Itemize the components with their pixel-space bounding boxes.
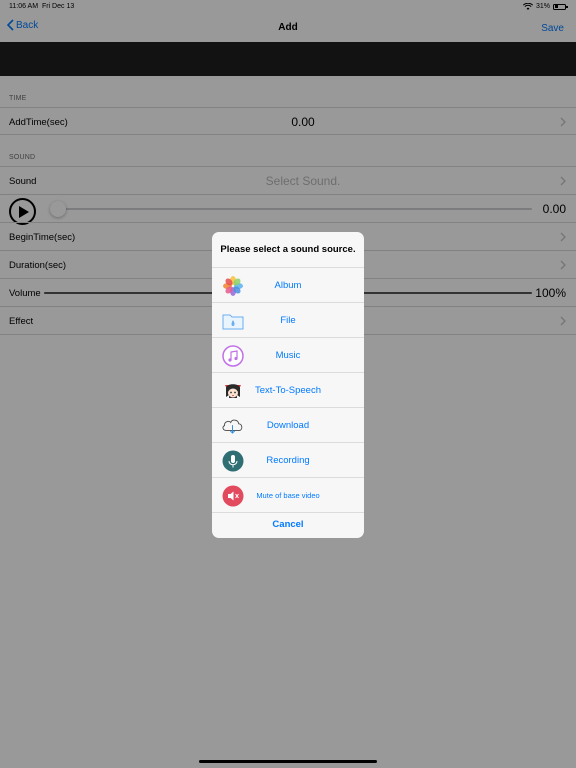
sheet-item-tts[interactable]: Text-To-Speech (212, 373, 364, 408)
sheet-item-music[interactable]: Music (212, 338, 364, 373)
folder-icon (221, 309, 244, 332)
sheet-item-file[interactable]: File (212, 303, 364, 338)
sheet-title: Please select a sound source. (212, 232, 364, 268)
sound-source-sheet: Please select a sound source. Album File… (212, 232, 364, 538)
sheet-item-recording[interactable]: Recording (212, 443, 364, 478)
home-indicator[interactable] (199, 760, 377, 763)
sheet-item-mute[interactable]: Mute of base video (212, 478, 364, 513)
sheet-item-download[interactable]: Download (212, 408, 364, 443)
sheet-item-label: Album (274, 279, 302, 291)
sheet-item-label: Recording (266, 454, 310, 466)
add-sound-screen: 11:06 AM Fri Dec 13 31% Back Add Save TI… (0, 0, 576, 768)
sheet-item-label: Text-To-Speech (254, 384, 321, 396)
sheet-item-label: Mute of base video (256, 490, 320, 500)
sheet-item-label: Download (266, 419, 310, 431)
sheet-item-album[interactable]: Album (212, 268, 364, 303)
sheet-item-label: Music (275, 349, 301, 361)
character-icon (221, 379, 244, 402)
microphone-icon (221, 449, 244, 472)
photos-icon (221, 274, 244, 297)
cancel-button[interactable]: Cancel (212, 513, 364, 536)
sheet-item-label: File (280, 314, 296, 326)
mute-speaker-icon (221, 484, 244, 507)
cloud-download-icon (221, 414, 244, 437)
music-icon (221, 344, 244, 367)
